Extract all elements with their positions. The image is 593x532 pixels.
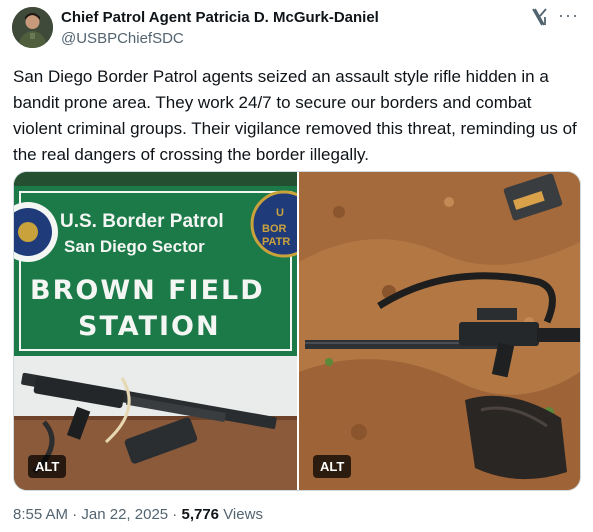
views-label: Views xyxy=(219,506,263,523)
meta-separator: · xyxy=(168,506,182,523)
svg-text:U: U xyxy=(276,207,284,219)
sign-line1: U.S. Border Patrol xyxy=(60,211,224,232)
rifle-stock xyxy=(537,328,580,342)
seized-rifle-photo xyxy=(299,172,580,490)
sign-line2: San Diego Sector xyxy=(64,237,205,256)
author-handle[interactable]: @USBPChiefSDC xyxy=(61,30,379,48)
more-icon[interactable]: ··· xyxy=(558,5,579,25)
meta-separator: · xyxy=(68,506,82,523)
sign-line3: BROWN FIELD xyxy=(30,275,265,306)
media-photo-station-sign[interactable]: U BOR PATR U.S. Border Patrol San Diego … xyxy=(14,172,297,490)
author-name[interactable]: Chief Patrol Agent Patricia D. McGurk-Da… xyxy=(61,9,379,27)
views-count: 5,776 xyxy=(181,506,220,523)
media-grid: U BOR PATR U.S. Border Patrol San Diego … xyxy=(13,171,581,491)
author-info: Chief Patrol Agent Patricia D. McGurk-Da… xyxy=(61,9,379,48)
rifle-receiver xyxy=(459,322,539,346)
alt-badge[interactable]: ALT xyxy=(28,455,67,478)
station-sign-photo: U BOR PATR U.S. Border Patrol San Diego … xyxy=(14,172,297,490)
alt-badge[interactable]: ALT xyxy=(313,455,352,478)
media-photo-seized-rifle[interactable]: ALT xyxy=(299,172,580,490)
x-logo-icon[interactable] xyxy=(530,7,550,27)
tweet-text: San Diego Border Patrol agents seized an… xyxy=(13,67,577,164)
sign-line4: STATION xyxy=(78,311,221,342)
tweet-card: Chief Patrol Agent Patricia D. McGurk-Da… xyxy=(0,0,593,532)
post-time[interactable]: 8:55 AM xyxy=(13,506,68,523)
svg-text:PATR: PATR xyxy=(262,236,290,248)
post-date[interactable]: Jan 22, 2025 xyxy=(81,506,168,523)
avatar-image xyxy=(12,7,53,48)
author-avatar[interactable] xyxy=(12,7,53,48)
post-meta: 8:55 AM · Jan 22, 2025 · 5,776 Views xyxy=(13,505,263,525)
svg-text:BOR: BOR xyxy=(262,223,287,235)
